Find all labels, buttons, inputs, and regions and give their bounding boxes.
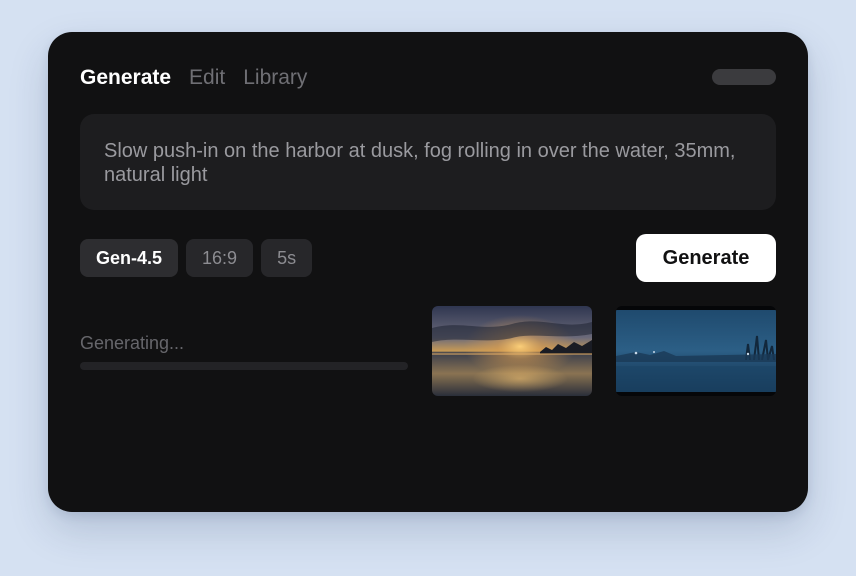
result-thumbnail-2[interactable] (616, 306, 776, 396)
tab-edit[interactable]: Edit (189, 65, 225, 91)
tab-library[interactable]: Library (243, 65, 307, 91)
menu-toggle[interactable] (712, 69, 776, 85)
tab-generate[interactable]: Generate (80, 65, 171, 91)
sunset-lake-thumbnail (432, 306, 592, 396)
model-chip[interactable]: Gen-4.5 (80, 239, 179, 277)
tab-bar: Generate Edit Library (80, 65, 307, 91)
result-thumbnail-1[interactable] (432, 306, 592, 396)
foggy-harbor-thumbnail (616, 306, 776, 396)
duration-chip[interactable]: 5s (261, 239, 313, 277)
options-row: Gen-4.5 16:9 5s (80, 239, 313, 277)
aspect-ratio-chip[interactable]: 16:9 (186, 239, 254, 277)
generator-panel: Generate Edit Library Slow push-in on th… (48, 32, 808, 512)
prompt-input[interactable]: Slow push-in on the harbor at dusk, fog … (80, 114, 776, 210)
generate-button[interactable]: Generate (636, 234, 776, 282)
generation-status: Generating... (80, 333, 185, 353)
progress-bar (80, 362, 408, 370)
